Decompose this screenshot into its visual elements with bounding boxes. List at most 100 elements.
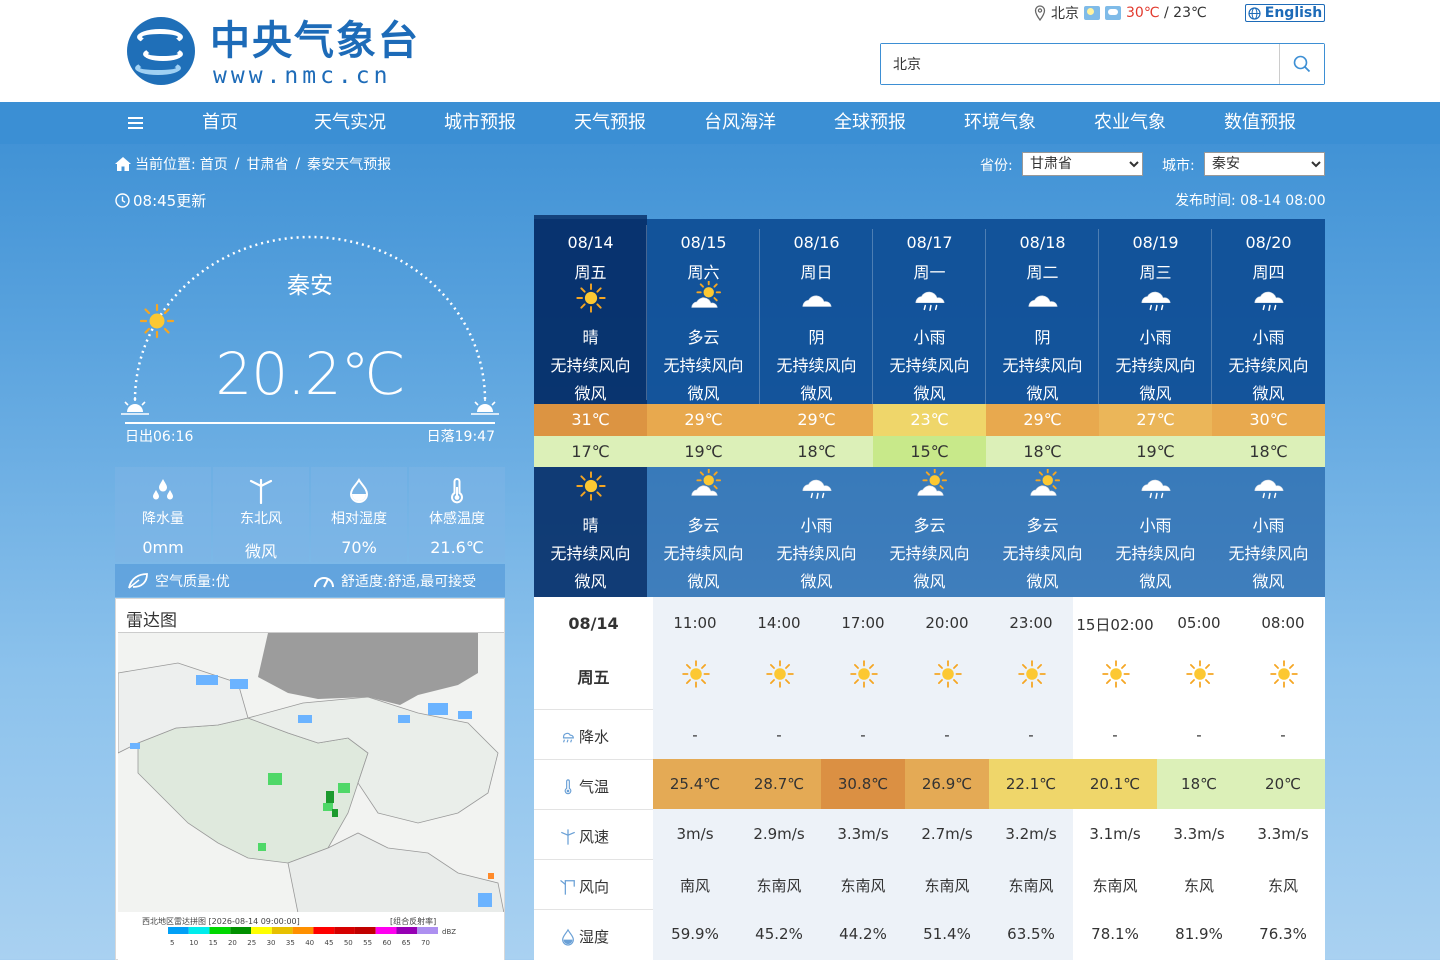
forecast-day[interactable]: 08/18 周二 阴 无持续风向 微风 29℃ 18℃ 多云 无持续风向 微风 — [986, 219, 1099, 597]
province-select[interactable]: 甘肃省 — [1022, 152, 1143, 176]
thermometer-icon — [564, 778, 572, 794]
radar-scale-label: 10 — [189, 939, 198, 947]
night-wind-level: 微风 — [913, 572, 946, 591]
nmc-logo-icon[interactable] — [127, 17, 195, 85]
hourly-wind-speed: 3.3m/s — [1173, 825, 1225, 843]
air-quality-text: 空气质量:优 — [155, 574, 230, 590]
breadcrumb-home[interactable]: 首页 — [200, 154, 228, 174]
nav-item-typhoon-ocean[interactable]: 台风海洋 — [680, 102, 800, 144]
comfort-text: 舒适度:舒适,最可接受 — [341, 574, 477, 590]
forecast-day[interactable]: 08/16 周日 阴 无持续风向 微风 29℃ 18℃ 小雨 无持续风向 微风 — [760, 219, 873, 597]
sun-icon — [575, 471, 606, 501]
update-time: 08:45更新 — [115, 190, 206, 211]
day-wind-direction: 无持续风向 — [1115, 356, 1196, 375]
hourly-humidity: 63.5% — [1007, 925, 1055, 943]
day-high-temp: 29℃ — [647, 404, 760, 436]
hourly-temp: 30.8℃ — [821, 759, 905, 809]
home-icon — [115, 157, 131, 171]
night-weather: 多云 — [687, 516, 720, 535]
light-rain-icon — [1254, 479, 1283, 500]
nav-item-home[interactable]: 首页 — [160, 102, 280, 144]
radar-scale-label: 35 — [286, 939, 295, 947]
search-button[interactable] — [1279, 44, 1324, 84]
sun-icon — [575, 283, 606, 313]
partly-cloudy-icon — [690, 280, 721, 308]
night-wind-direction: 无持续风向 — [550, 544, 631, 563]
publish-label: 发布时间: — [1175, 193, 1236, 209]
hourly-humidity: 51.4% — [923, 925, 971, 943]
nav-item-weather-forecast[interactable]: 天气预报 — [550, 102, 670, 144]
nav-item-observation[interactable]: 天气实况 — [290, 102, 410, 144]
day-weekday: 周二 — [1026, 263, 1059, 282]
hourly-precip: - — [1112, 726, 1118, 744]
raindrops-icon — [153, 479, 173, 500]
hourly-time: 05:00 — [1177, 614, 1221, 632]
night-weather: 晴 — [582, 516, 599, 535]
radar-scale-label: 50 — [344, 939, 353, 947]
seven-day-forecast: 08/14 周五 晴 无持续风向 微风 31℃ 17℃ 晴 无持续风向 微风 08… — [534, 215, 1325, 597]
current-stats: 降水量 0mm 东北风 微风 相对湿度 70% 体感温度 21.6℃ — [115, 467, 505, 562]
breadcrumb-province[interactable]: 甘肃省 — [246, 154, 288, 174]
day-weather: 阴 — [808, 328, 825, 347]
nav-item-global-forecast[interactable]: 全球预报 — [810, 102, 930, 144]
light-rain-icon — [1254, 291, 1283, 312]
search-box — [880, 43, 1325, 85]
main-nav: 首页 天气实况 城市预报 天气预报 台风海洋 全球预报 环境气象 农业气象 数值… — [0, 102, 1440, 144]
forecast-day[interactable]: 08/17 周一 小雨 无持续风向 微风 23℃ 15℃ 多云 无持续风向 微风 — [873, 219, 986, 597]
radar-scale-label: 25 — [247, 939, 256, 947]
radar-scale-swatch — [313, 927, 335, 934]
radar-panel: 雷达图 西北地区雷达拼图 [2026-08-14 09:00:00] [组合反射… — [115, 598, 505, 960]
night-wind-level: 微风 — [574, 572, 607, 591]
top-city-weather[interactable]: 北京 30℃ / 23℃ — [1034, 3, 1207, 23]
leaf-icon — [128, 573, 148, 589]
day-weekday: 周三 — [1139, 263, 1172, 282]
hamburger-menu-icon[interactable] — [128, 117, 143, 129]
night-wind-level: 微风 — [687, 572, 720, 591]
nav-item-city-forecast[interactable]: 城市预报 — [420, 102, 540, 144]
radar-scale-swatch — [251, 927, 272, 934]
sun-icon — [934, 660, 962, 688]
hourly-temp: 25.4℃ — [653, 759, 737, 809]
forecast-day[interactable]: 08/14 周五 晴 无持续风向 微风 31℃ 17℃ 晴 无持续风向 微风 — [534, 215, 647, 597]
day-high-temp: 23℃ — [873, 404, 986, 436]
stat-precipitation: 降水量 0mm — [115, 467, 211, 562]
nav-item-numerical[interactable]: 数值预报 — [1200, 102, 1320, 144]
day-wind-direction: 无持续风向 — [776, 356, 857, 375]
hourly-forecast: 08/14 周五 降水 气温 风速 风向 湿度 11:00 - 25.4℃ 3m/s 南… — [534, 597, 1325, 960]
radar-map[interactable] — [118, 632, 504, 912]
hourly-wind-speed: 3.2m/s — [1005, 825, 1057, 843]
stat-value: 0mm — [142, 538, 184, 557]
english-label: English — [1264, 5, 1323, 21]
forecast-day[interactable]: 08/15 周六 多云 无持续风向 微风 29℃ 19℃ 多云 无持续风向 微风 — [647, 219, 760, 597]
hourly-weekday: 周五 — [577, 668, 610, 687]
wind-turbine-icon — [561, 828, 575, 845]
hourly-wind-direction: 东南风 — [1092, 877, 1138, 895]
publish-time: 发布时间: 08-14 08:00 — [1175, 190, 1326, 210]
day-high-temp: 30℃ — [1212, 404, 1325, 436]
hourly-humidity: 59.9% — [671, 925, 719, 943]
night-weather: 小雨 — [1139, 516, 1172, 535]
forecast-day[interactable]: 08/19 周三 小雨 无持续风向 微风 27℃ 19℃ 小雨 无持续风向 微风 — [1099, 219, 1212, 597]
row-label-text: 风速 — [579, 828, 610, 846]
city-select[interactable]: 秦安 — [1204, 152, 1325, 176]
hourly-humidity: 45.2% — [755, 925, 803, 943]
day-weather: 小雨 — [913, 328, 946, 347]
hourly-wind-speed: 3.3m/s — [837, 825, 889, 843]
logo-title[interactable]: 中央气象台 — [210, 19, 420, 63]
stat-value: 70% — [341, 538, 377, 557]
english-button[interactable]: English — [1245, 4, 1325, 22]
site-header: 中央气象台 www.nmc.cn 北京 30℃ / 23℃ English — [0, 0, 1440, 102]
night-wind-level: 微风 — [1139, 572, 1172, 591]
nav-item-agriculture[interactable]: 农业气象 — [1070, 102, 1190, 144]
location-pin-icon — [1034, 5, 1046, 21]
search-input[interactable] — [881, 44, 1279, 84]
radar-scale-label: 30 — [267, 939, 276, 947]
hourly-precip: - — [1028, 726, 1034, 744]
thermometer-icon — [451, 478, 463, 504]
wind-turbine-icon — [249, 478, 273, 504]
nav-item-environment[interactable]: 环境气象 — [940, 102, 1060, 144]
stat-label: 体感温度 — [429, 511, 485, 527]
day-weekday: 周四 — [1252, 263, 1285, 282]
radar-scale-label: 20 — [228, 939, 237, 947]
forecast-day[interactable]: 08/20 周四 小雨 无持续风向 微风 30℃ 18℃ 小雨 无持续风向 微风 — [1212, 219, 1325, 597]
